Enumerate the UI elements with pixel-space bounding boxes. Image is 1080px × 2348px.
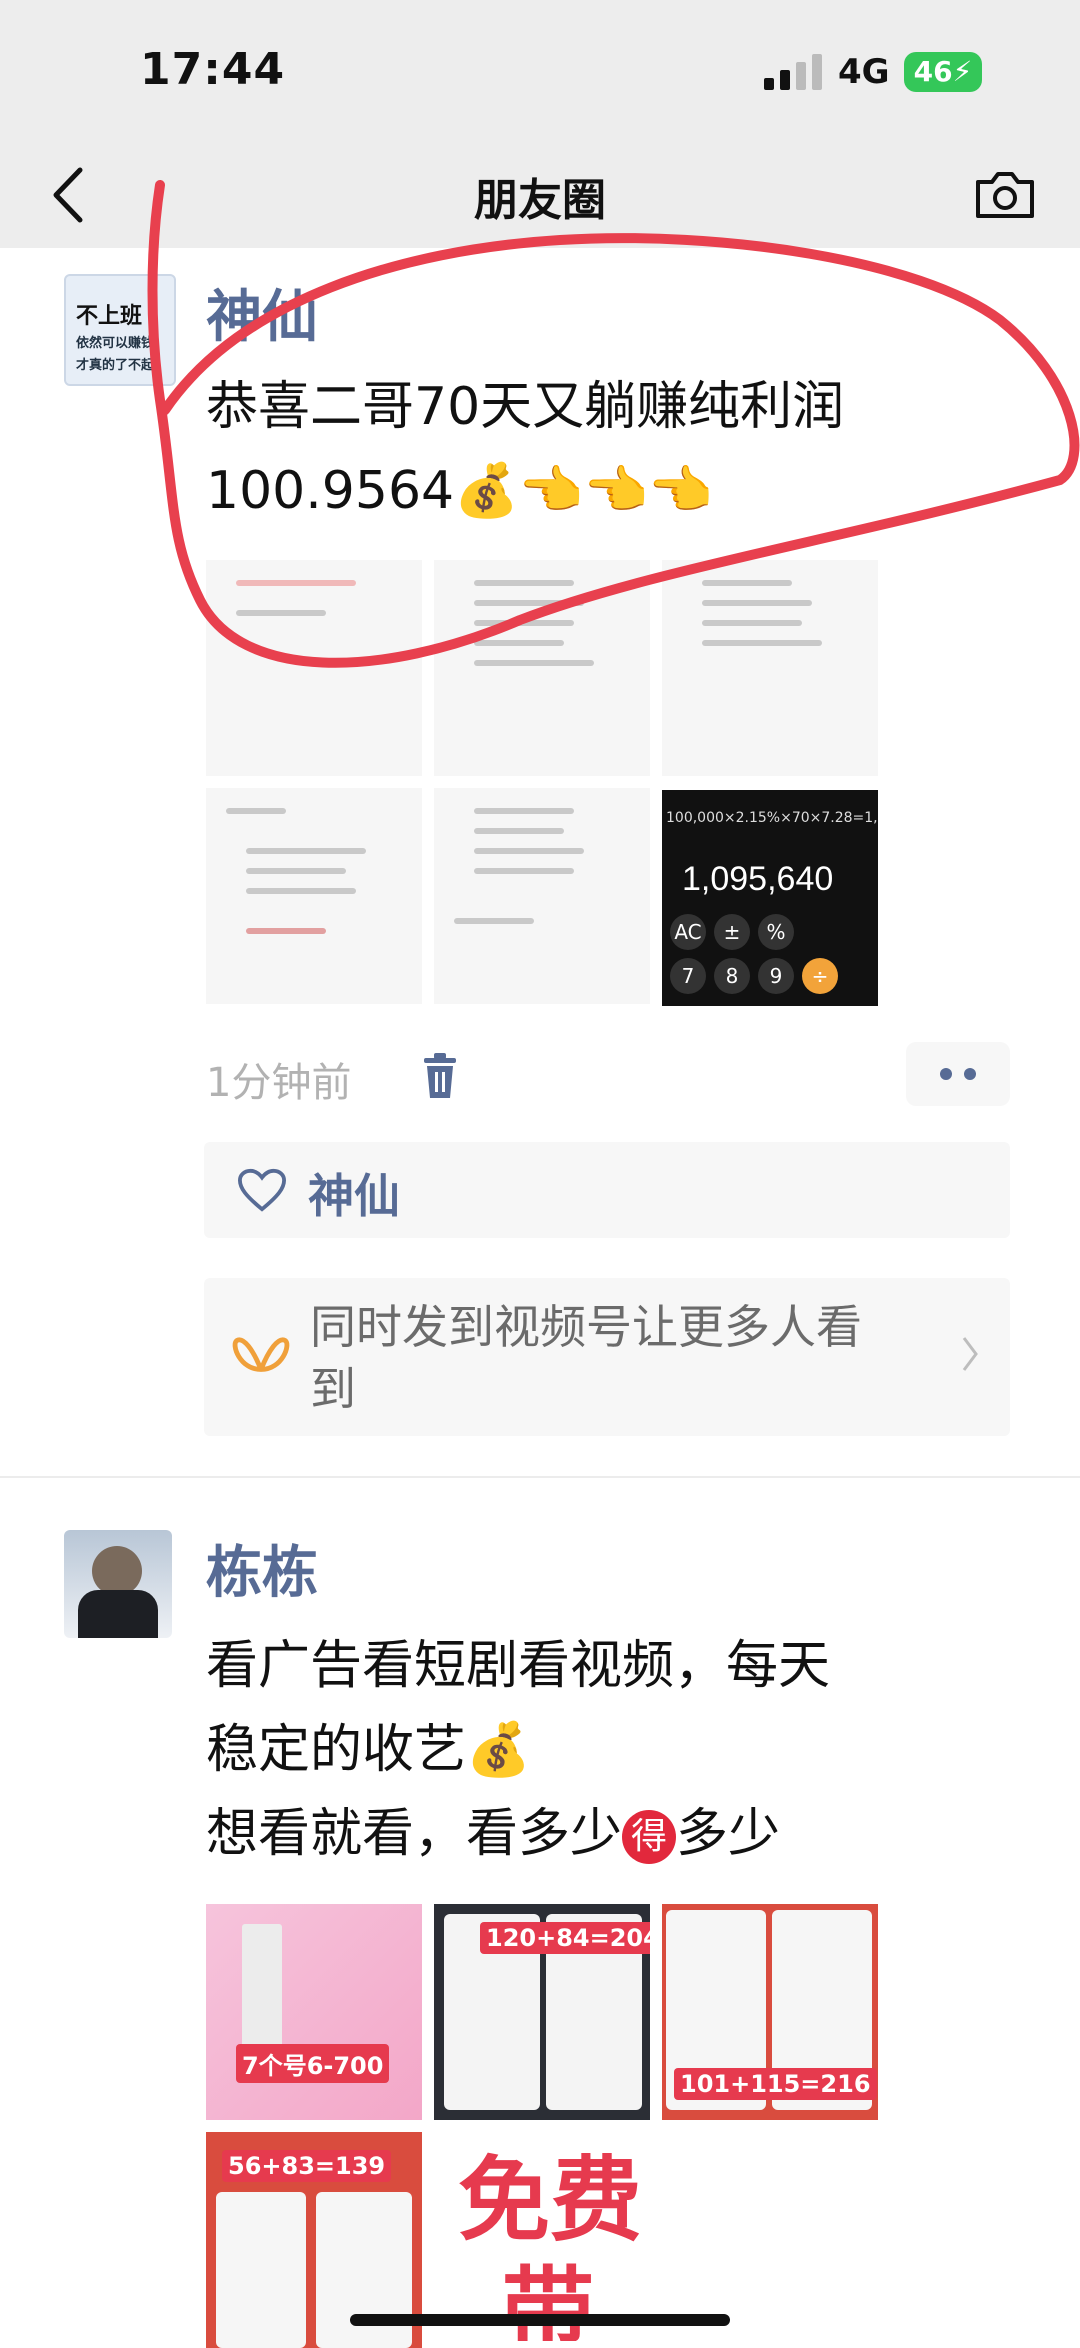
post-content: 看广告看短剧看视频，每天 稳定的收艺💰 想看就看，看多少得多少 — [206, 1624, 1036, 1876]
free-text-2: 带 — [502, 2257, 595, 2341]
calc-key-9: 9 — [758, 958, 794, 994]
avatar[interactable] — [64, 1530, 172, 1638]
calc-result: 1,095,640 — [682, 860, 834, 898]
avatar-text-1: 不上班 — [76, 304, 143, 329]
nav-bar: 朋友圈 — [0, 140, 1080, 248]
post-image[interactable]: 7个号6-700 — [206, 1904, 422, 2120]
likes-panel: 神仙 — [204, 1142, 1010, 1238]
heart-icon — [238, 1168, 286, 1212]
avatar-person — [92, 1546, 142, 1596]
avatar[interactable]: 不上班 依然可以赚钱 才真的了不起 — [64, 274, 176, 386]
home-indicator[interactable] — [350, 2314, 730, 2326]
calc-key-percent: % — [758, 914, 794, 950]
money-bag-icon: 💰 — [466, 1720, 531, 1780]
share-text: 同时发到视频号让更多人看到 — [310, 1300, 862, 1416]
de-badge-icon: 得 — [622, 1810, 677, 1864]
more-options-button[interactable] — [906, 1042, 1010, 1106]
post-image[interactable] — [206, 788, 422, 1004]
image-tag: 101+115=216 — [674, 2068, 877, 2100]
post-image[interactable] — [434, 560, 650, 776]
calc-expression: 100,000×2.15%×70×7.28=1,095,640 — [666, 810, 878, 826]
calc-key-sign: ± — [714, 914, 750, 950]
calc-key-8: 8 — [714, 958, 750, 994]
post-image[interactable] — [434, 788, 650, 1004]
image-tag: 7个号6-700 — [236, 2044, 390, 2083]
post-content-text: 多少 — [676, 1804, 781, 1864]
status-time: 17:44 — [140, 44, 286, 95]
post-content-line: 恭喜二哥70天又躺赚纯利润 — [206, 377, 845, 437]
post-timestamp: 1分钟前 — [206, 1060, 352, 1106]
page-title: 朋友圈 — [474, 175, 606, 226]
post-divider — [0, 1476, 1080, 1478]
share-to-channels-banner[interactable]: 同时发到视频号让更多人看到 — [204, 1278, 1010, 1436]
post-author-name[interactable]: 神仙 — [206, 272, 318, 353]
camera-icon[interactable] — [970, 164, 1040, 224]
like-user[interactable]: 神仙 — [308, 1160, 400, 1226]
calc-key-ac: AC — [670, 914, 706, 950]
calc-key-divide: ÷ — [802, 958, 838, 994]
post-image[interactable] — [206, 560, 422, 776]
image-tag: 120+84=204 — [480, 1922, 650, 1954]
post-content-text: 想看就看，看多少 — [206, 1804, 623, 1864]
battery-level: 46 — [913, 55, 953, 88]
calc-key-7: 7 — [670, 958, 706, 994]
status-bar: 17:44 4G 46⚡ — [0, 0, 1080, 140]
post-image[interactable]: 100,000×2.15%×70×7.28=1,095,640 1,095,64… — [662, 790, 878, 1006]
post-image[interactable] — [662, 560, 878, 776]
post-content-line-2: 稳定的收艺💰 — [206, 1708, 1036, 1792]
channels-icon — [232, 1337, 290, 1372]
post-content-text: 稳定的收艺 — [206, 1720, 467, 1780]
free-text: 免费 — [458, 2147, 643, 2254]
post-content-line: 看广告看短剧看视频，每天 — [206, 1636, 831, 1696]
trash-icon[interactable] — [420, 1052, 460, 1100]
post-content: 恭喜二哥70天又躺赚纯利润 100.9564💰👈👈👈 — [206, 365, 1036, 533]
network-type: 4G — [838, 52, 890, 92]
post-author-name[interactable]: 栋栋 — [206, 1528, 318, 1609]
battery-icon: 46⚡ — [904, 52, 982, 92]
avatar-text-2: 依然可以赚钱 — [76, 336, 155, 351]
post-content-line-3: 想看就看，看多少得多少 — [206, 1792, 1036, 1876]
signal-icon — [764, 54, 824, 90]
avatar-text-3: 才真的了不起 — [76, 358, 155, 373]
post-amount: 100.9564 — [206, 461, 455, 521]
post-image[interactable]: 免费 带 — [434, 2132, 650, 2341]
image-tag: 56+83=139 — [222, 2150, 392, 2182]
post-image[interactable]: 120+84=204 — [434, 1904, 650, 2120]
money-bag-icon: 💰👈👈👈 — [454, 461, 714, 521]
chevron-right-icon — [962, 1337, 978, 1371]
post-content-line-2: 100.9564💰👈👈👈 — [206, 449, 1036, 533]
post-image[interactable]: 101+115=216 — [662, 1904, 878, 2120]
avatar-body — [78, 1590, 158, 1638]
